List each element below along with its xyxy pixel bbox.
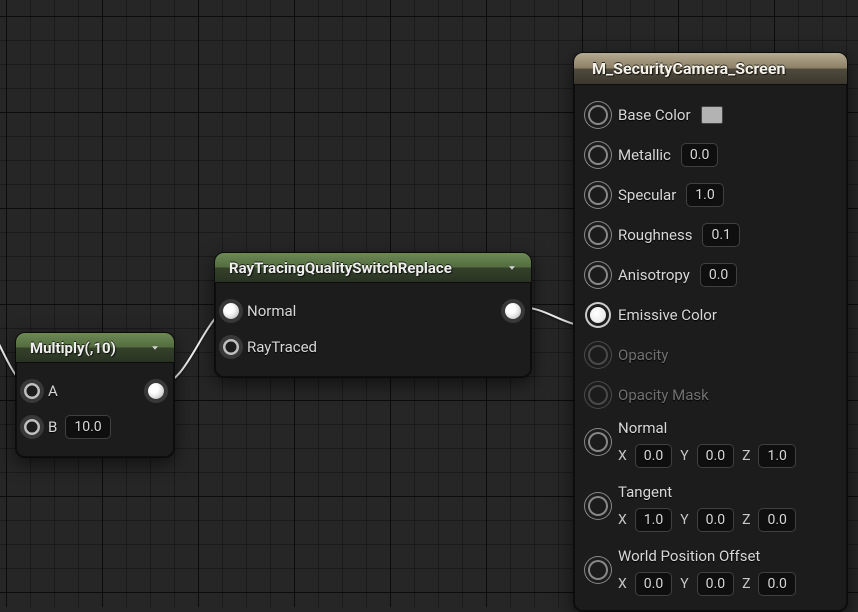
output-pin-icon[interactable] [505, 303, 521, 319]
value-field-y[interactable]: 0.0 [697, 572, 734, 596]
pin-label: Metallic [618, 146, 671, 164]
axis-label-y: Y [680, 448, 688, 464]
rtqs-header[interactable]: RayTracingQualitySwitchReplace [215, 253, 531, 283]
value-field-z[interactable]: 0.0 [758, 572, 795, 596]
material-pin-normal[interactable]: Normal X 0.0 Y 0.0 Z 1.0 [588, 415, 833, 471]
value-field-z[interactable]: 1.0 [758, 444, 795, 468]
pin-label: Emissive Color [618, 306, 717, 324]
pin-label: World Position Offset [618, 547, 760, 565]
input-pin-icon[interactable] [223, 339, 239, 355]
value-field[interactable]: 0.0 [681, 143, 718, 167]
value-field[interactable]: 1.0 [686, 183, 723, 207]
pin-label: RayTraced [247, 338, 317, 356]
value-field-y[interactable]: 0.0 [697, 508, 734, 532]
material-pin-metallic[interactable]: Metallic 0.0 [588, 135, 833, 175]
input-pin-icon[interactable] [590, 107, 606, 123]
input-pin-icon[interactable] [590, 562, 606, 578]
value-field-x[interactable]: 0.0 [635, 444, 672, 468]
axis-label-y: Y [680, 512, 688, 528]
axis-label-z: Z [742, 512, 750, 528]
multiply-header[interactable]: Multiply(,10) [16, 333, 174, 363]
input-pin-icon[interactable] [590, 498, 606, 514]
input-pin-icon[interactable] [590, 147, 606, 163]
multiply-node[interactable]: Multiply(,10) A B 10.0 [15, 332, 175, 458]
node-title: RayTracingQualitySwitchReplace [229, 259, 452, 277]
chevron-down-icon[interactable] [146, 339, 164, 357]
input-pin-icon[interactable] [24, 383, 40, 399]
value-field[interactable]: 10.0 [65, 415, 110, 439]
output-pin-icon[interactable] [148, 383, 164, 399]
pin-label: Normal [618, 419, 667, 437]
material-pin-opacity-mask: Opacity Mask [588, 375, 833, 415]
material-header[interactable]: M_SecurityCamera_Screen [574, 53, 847, 85]
axis-label-z: Z [742, 576, 750, 592]
value-field-x[interactable]: 0.0 [635, 572, 672, 596]
input-pin-icon [590, 347, 606, 363]
node-title: M_SecurityCamera_Screen [592, 59, 785, 78]
pin-label: Opacity [618, 346, 668, 364]
axis-label-x: X [618, 448, 627, 464]
axis-label-x: X [618, 512, 627, 528]
pin-label: A [48, 382, 58, 400]
input-pin-icon[interactable] [590, 307, 606, 323]
input-pin-icon[interactable] [590, 187, 606, 203]
material-pin-roughness[interactable]: Roughness 0.1 [588, 215, 833, 255]
pin-label: Normal [247, 302, 296, 320]
pin-label: Base Color [618, 106, 691, 124]
input-pin-icon[interactable] [590, 227, 606, 243]
pin-label: B [48, 418, 57, 436]
axis-label-x: X [618, 576, 627, 592]
value-field[interactable]: 0.1 [702, 223, 739, 247]
value-field-y[interactable]: 0.0 [697, 444, 734, 468]
value-field[interactable]: 0.0 [700, 263, 737, 287]
material-pin-base-color[interactable]: Base Color [588, 95, 833, 135]
input-pin-icon[interactable] [590, 267, 606, 283]
material-pin-anisotropy[interactable]: Anisotropy 0.0 [588, 255, 833, 295]
pin-label: Tangent [618, 483, 672, 501]
rtqs-input-normal[interactable]: Normal [227, 293, 519, 329]
material-output-node[interactable]: M_SecurityCamera_Screen Base Color Metal… [573, 52, 848, 612]
pin-label: Opacity Mask [618, 386, 709, 404]
axis-label-z: Z [742, 448, 750, 464]
material-pin-world-pos-offset[interactable]: World Position Offset X 0.0 Y 0.0 Z 0.0 [588, 543, 833, 599]
input-pin-icon[interactable] [590, 434, 606, 450]
input-pin-icon[interactable] [24, 419, 40, 435]
input-pin-icon [590, 387, 606, 403]
chevron-down-icon[interactable] [503, 259, 521, 277]
value-field-z[interactable]: 0.0 [758, 508, 795, 532]
pin-label: Roughness [618, 226, 692, 244]
color-swatch[interactable] [701, 106, 723, 124]
material-pin-emissive[interactable]: Emissive Color [588, 295, 833, 335]
axis-label-y: Y [680, 576, 688, 592]
multiply-input-b[interactable]: B 10.0 [28, 409, 162, 445]
material-pin-tangent[interactable]: Tangent X 1.0 Y 0.0 Z 0.0 [588, 479, 833, 535]
value-field-x[interactable]: 1.0 [635, 508, 672, 532]
material-pin-specular[interactable]: Specular 1.0 [588, 175, 833, 215]
pin-label: Specular [618, 186, 676, 204]
multiply-input-a[interactable]: A [28, 373, 162, 409]
raytracing-switch-node[interactable]: RayTracingQualitySwitchReplace Normal Ra… [214, 252, 532, 378]
input-pin-icon[interactable] [223, 303, 239, 319]
node-title: Multiply(,10) [30, 339, 116, 357]
rtqs-input-raytraced[interactable]: RayTraced [227, 329, 519, 365]
pin-label: Anisotropy [618, 266, 690, 284]
material-pin-opacity: Opacity [588, 335, 833, 375]
